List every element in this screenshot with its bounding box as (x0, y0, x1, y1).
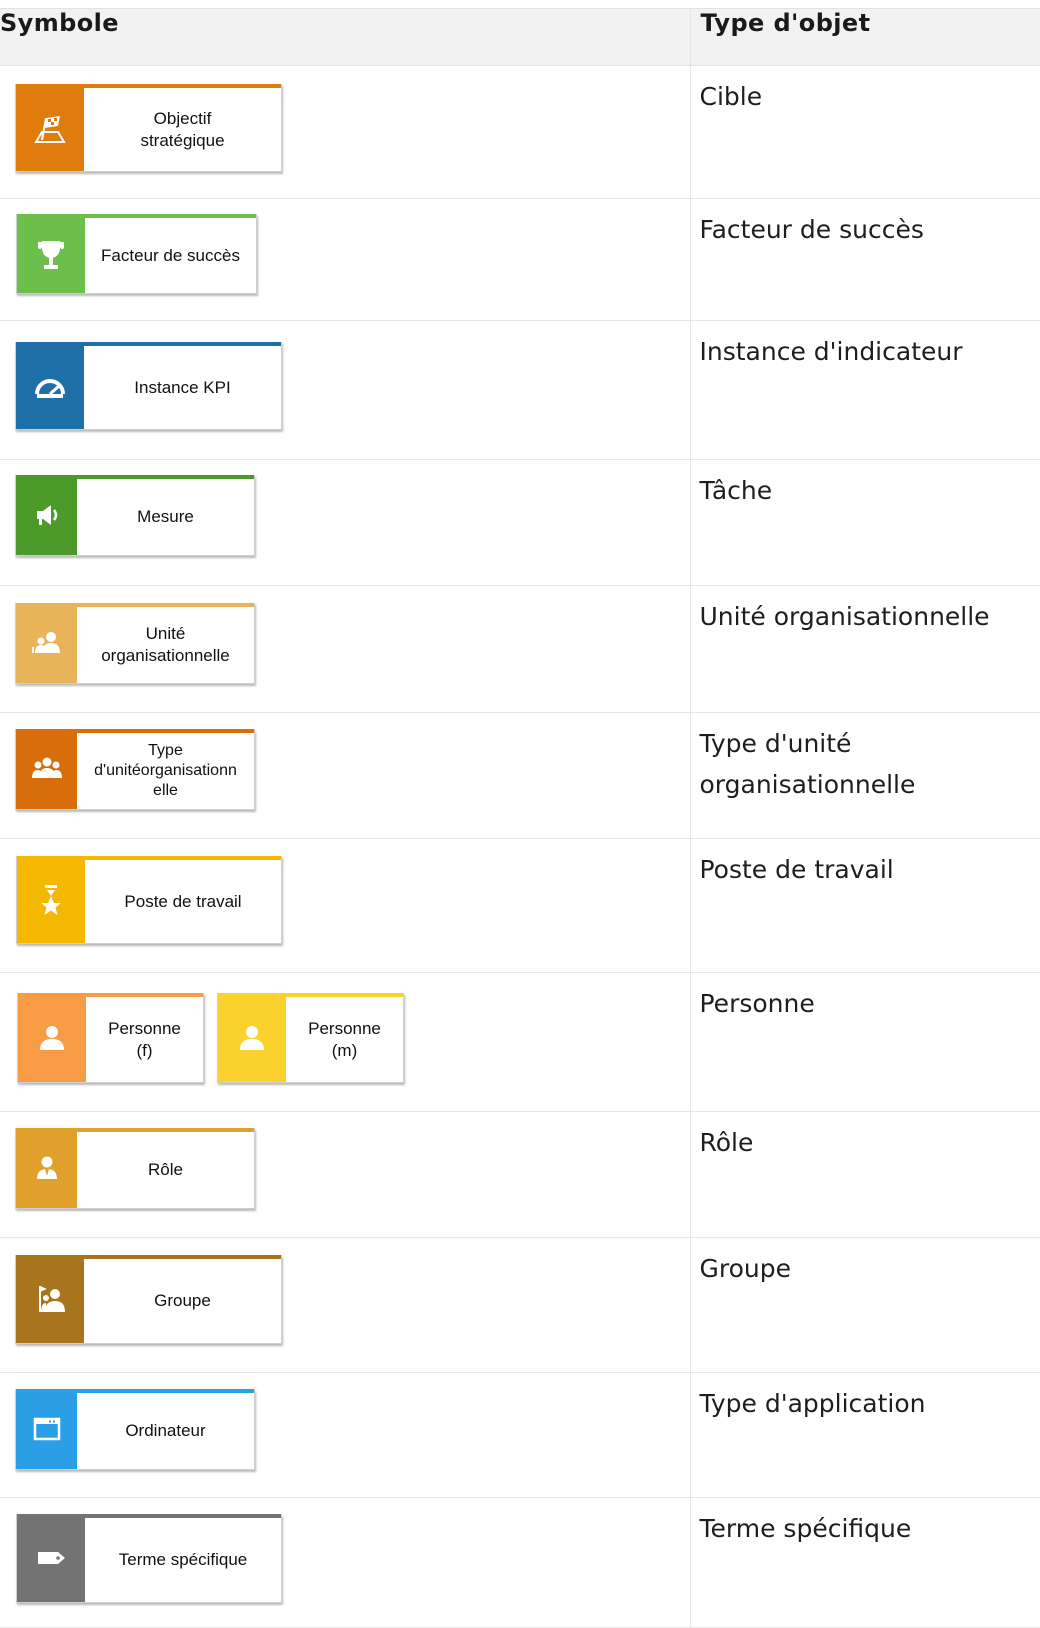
table-row: Facteur de succès Facteur de succès (0, 198, 1040, 321)
symbol-cell: Poste de travail (0, 838, 690, 973)
symbol-cell: Mesure (0, 459, 690, 586)
object-type: Terme spécifique (689, 1497, 1040, 1628)
object-type: Type d'unité organisationnelle (689, 712, 1040, 839)
object-type: Cible (689, 65, 1040, 199)
symbol-objectif-strategique: Objectif stratégique (15, 84, 282, 172)
symbol-instance-kpi: Instance KPI (15, 342, 282, 430)
symbol-terme-specifique: Terme spécifique (16, 1514, 282, 1603)
megaphone-icon (16, 475, 77, 555)
table-row: Poste de travail Poste de travail (0, 838, 1040, 973)
table-row: Unité organisationnelle Unité organisati… (0, 585, 1040, 713)
table-header-row: Symbole Type d'objet (0, 8, 1040, 66)
symbol-cell: Personne (f) Personne (m) (0, 972, 690, 1112)
trophy-icon (17, 214, 85, 293)
symbol-poste-de-travail: Poste de travail (16, 856, 282, 944)
symbol-label: Groupe (154, 1291, 211, 1310)
symbol-table: Symbole Type d'objet Objectif stratégiqu… (0, 8, 1040, 1628)
object-type: Type d'application (689, 1372, 1040, 1498)
symbol-label: Personne (m) (308, 1018, 381, 1060)
symbol-facteur-de-succes: Facteur de succès (16, 214, 257, 294)
object-type: Rôle (689, 1111, 1040, 1238)
table-row: Terme spécifique Terme spécifique (0, 1497, 1040, 1628)
symbol-label: Objectif stratégique (140, 108, 225, 150)
symbol-cell: Ordinateur (0, 1372, 690, 1498)
symbol-ordinateur: Ordinateur (15, 1389, 255, 1470)
object-type: Poste de travail (689, 838, 1040, 973)
position-star-icon (17, 856, 85, 943)
symbol-cell: Facteur de succès (0, 198, 690, 321)
table-row: Mesure Tâche (0, 459, 1040, 586)
symbol-groupe: Groupe (15, 1255, 282, 1344)
object-type: Instance d'indicateur (689, 320, 1040, 460)
symbol-role: Rôle (15, 1128, 255, 1209)
table-row: Personne (f) Personne (m) Personne (0, 972, 1040, 1112)
person-icon (218, 993, 286, 1082)
table-row: Ordinateur Type d'application (0, 1372, 1040, 1498)
symbol-label: Personne (f) (108, 1018, 181, 1060)
symbol-label: Instance KPI (134, 377, 231, 397)
flag-target-icon (16, 84, 84, 171)
symbol-label: Unité organisationnelle (101, 624, 230, 665)
window-icon (16, 1389, 77, 1469)
person-icon (18, 993, 86, 1082)
org-unit-icon (16, 603, 77, 683)
symbol-mesure: Mesure (15, 475, 255, 556)
symbol-label: Rôle (148, 1160, 183, 1179)
object-type: Personne (689, 972, 1040, 1112)
gauge-icon (16, 342, 84, 429)
symbol-cell: Rôle (0, 1111, 690, 1238)
symbol-cell: Unité organisationnelle (0, 585, 690, 713)
symbol-label: Mesure (137, 507, 194, 526)
symbol-cell: Instance KPI (0, 320, 690, 460)
symbol-label: Facteur de succès (101, 245, 240, 265)
object-type: Groupe (689, 1237, 1040, 1373)
header-type-objet: Type d'objet (689, 8, 1040, 66)
table-row: Type d'unitéorganisationn elle Type d'un… (0, 712, 1040, 839)
table-row: Rôle Rôle (0, 1111, 1040, 1238)
tag-icon (17, 1514, 85, 1602)
symbol-label: Poste de travail (124, 891, 242, 911)
object-type: Unité organisationnelle (689, 585, 1040, 713)
symbol-personne-m: Personne (m) (217, 993, 404, 1083)
table-row: Groupe Groupe (0, 1237, 1040, 1373)
symbol-cell: Objectif stratégique (0, 65, 690, 199)
object-type: Facteur de succès (689, 198, 1040, 321)
symbol-type-unite-organisationnelle: Type d'unitéorganisationn elle (15, 729, 255, 810)
header-symbole: Symbole (0, 8, 690, 66)
symbol-cell: Groupe (0, 1237, 690, 1373)
symbol-label: Type d'unitéorganisationn elle (94, 742, 237, 799)
symbol-label: Ordinateur (125, 1421, 206, 1440)
symbol-cell: Type d'unitéorganisationn elle (0, 712, 690, 839)
group-icon (16, 1255, 84, 1343)
table-row: Instance KPI Instance d'indicateur (0, 320, 1040, 460)
symbol-unite-organisationnelle: Unité organisationnelle (15, 603, 255, 684)
org-unit-type-icon (16, 729, 77, 809)
table-row: Objectif stratégique Cible (0, 65, 1040, 199)
object-type: Tâche (689, 459, 1040, 586)
symbol-cell: Terme spécifique (0, 1497, 690, 1628)
symbol-label: Terme spécifique (118, 1550, 248, 1569)
symbol-personne-f: Personne (f) (17, 993, 204, 1083)
role-icon (16, 1128, 77, 1208)
